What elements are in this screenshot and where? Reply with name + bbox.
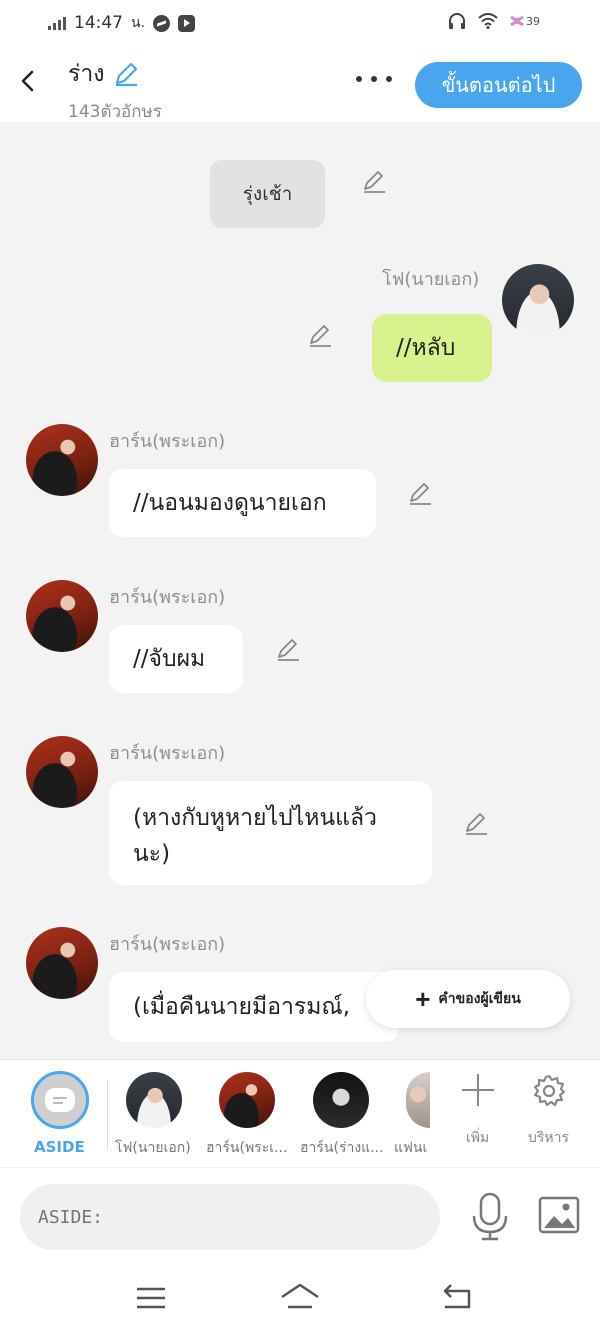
- author-note-button[interactable]: + คำของผู้เขียน: [366, 970, 570, 1028]
- message-speaker: ฮาร์น(พระเอก): [109, 431, 226, 452]
- character-label: ฮาร์น(พระเ...: [206, 1140, 288, 1156]
- message-speaker: ฮาร์น(พระเอก): [109, 743, 226, 764]
- menu-icon[interactable]: [131, 1281, 171, 1315]
- page-title: ร่าง: [68, 61, 105, 87]
- headphones-icon: [449, 13, 465, 29]
- avatar[interactable]: [502, 264, 574, 336]
- edit-message-icon[interactable]: [274, 636, 302, 664]
- message-bubble[interactable]: //จับผม: [109, 625, 243, 693]
- next-step-button[interactable]: ขั้นตอนต่อไป: [415, 62, 582, 108]
- message-speaker: ฮาร์น(พระเอก): [109, 587, 226, 608]
- character-avatar[interactable]: [126, 1072, 182, 1128]
- status-left: 14:47 น.: [48, 12, 196, 34]
- title-block: ร่าง 143ตัวอักษร: [68, 56, 162, 125]
- battery-level: 39: [526, 14, 540, 28]
- message-bubble[interactable]: (หางกับหูหายไปไหนแล้วนะ): [109, 781, 432, 885]
- header: ร่าง 143ตัวอักษร ขั้นตอนต่อไป: [0, 48, 600, 122]
- messenger-icon: [153, 14, 171, 32]
- author-note-label: คำของผู้เขียน: [438, 990, 521, 1006]
- status-carrier: น.: [131, 15, 146, 31]
- character-label: แฟนเ: [394, 1140, 428, 1156]
- character-label: โฟ(นายเอก): [115, 1140, 191, 1156]
- character-label: ฮาร์น(ร่างแ...: [300, 1140, 384, 1156]
- character-avatar[interactable]: [406, 1072, 430, 1128]
- system-nav-bar: [0, 1263, 600, 1333]
- character-bar: ASIDE โฟ(นายเอก) ฮาร์น(พระเ... ฮาร์น(ร่า…: [0, 1059, 600, 1167]
- aside-icon: [45, 1088, 75, 1112]
- input-bar: [0, 1167, 600, 1263]
- back-arrow-icon[interactable]: [14, 64, 44, 98]
- image-icon[interactable]: [538, 1196, 580, 1234]
- add-character-icon[interactable]: [462, 1074, 494, 1106]
- character-avatar[interactable]: [219, 1072, 275, 1128]
- message-bubble[interactable]: //หลับ: [372, 314, 492, 382]
- message-bubble[interactable]: //นอนมองดูนายเอก: [109, 469, 376, 537]
- more-options-icon[interactable]: [356, 72, 392, 86]
- settings-gear-icon[interactable]: [531, 1073, 567, 1109]
- home-icon[interactable]: [280, 1281, 320, 1315]
- add-label: เพิ่ม: [466, 1130, 490, 1146]
- edit-message-icon[interactable]: [306, 322, 334, 350]
- youtube-icon: [178, 14, 196, 32]
- edit-scene-icon[interactable]: [360, 168, 388, 196]
- avatar[interactable]: [26, 736, 98, 808]
- plus-icon: +: [415, 984, 431, 1014]
- avatar[interactable]: [26, 424, 98, 496]
- edit-title-icon[interactable]: [113, 61, 139, 87]
- scene-label[interactable]: รุ่งเช้า: [210, 160, 325, 228]
- battery-icon: [510, 15, 524, 27]
- message-speaker: ฮาร์น(พระเอก): [109, 934, 226, 955]
- aside-button[interactable]: [31, 1071, 89, 1129]
- message-bubble[interactable]: (เมื่อคืนนายมีอารมณ์,: [109, 972, 399, 1042]
- status-time: 14:47: [74, 13, 123, 33]
- signal-icon: [48, 16, 66, 30]
- avatar[interactable]: [26, 927, 98, 999]
- status-right: 39: [448, 12, 540, 30]
- edit-message-icon[interactable]: [462, 810, 490, 838]
- character-avatar[interactable]: [313, 1072, 369, 1128]
- edit-message-icon[interactable]: [406, 480, 434, 508]
- character-count: 143ตัวอักษร: [68, 102, 162, 122]
- aside-label: ASIDE: [34, 1138, 85, 1156]
- avatar[interactable]: [26, 580, 98, 652]
- divider: [107, 1080, 108, 1150]
- microphone-icon[interactable]: [470, 1192, 510, 1242]
- chat-area: รุ่งเช้า โฟ(นายเอก) //หลับ ฮาร์น(พระเอก)…: [0, 122, 600, 1059]
- title-row: ร่าง: [68, 56, 162, 92]
- status-bar: 14:47 น. 39: [0, 0, 600, 48]
- message-input[interactable]: [20, 1184, 440, 1250]
- message-speaker: โฟ(นายเอก): [382, 269, 480, 290]
- manage-label: บริหาร: [528, 1130, 570, 1146]
- wifi-icon: [478, 13, 498, 29]
- back-nav-icon[interactable]: [437, 1281, 477, 1315]
